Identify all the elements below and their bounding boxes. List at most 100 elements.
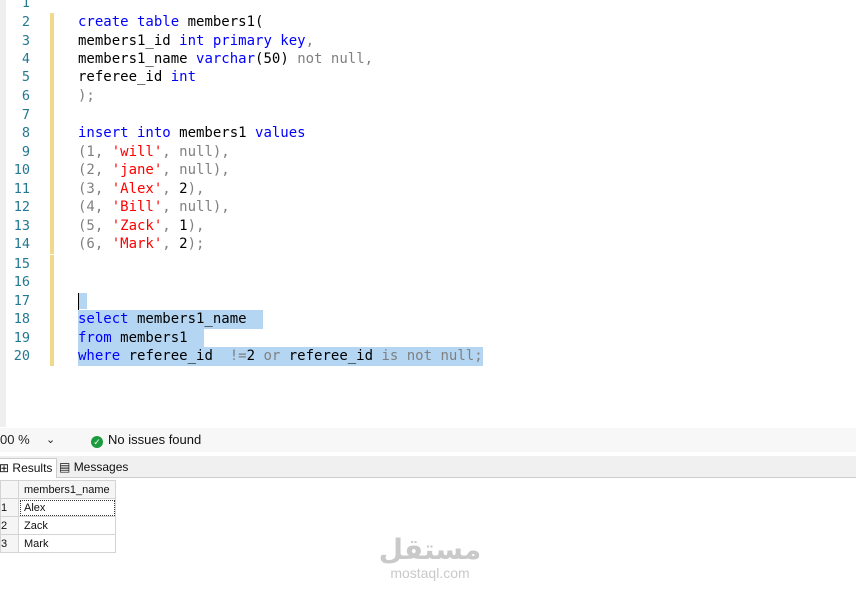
code-text: create table members1( <box>78 14 264 30</box>
change-marker <box>50 180 54 199</box>
change-marker <box>50 347 54 366</box>
change-marker <box>50 124 54 143</box>
table-row[interactable]: 3 Mark <box>0 534 116 553</box>
code-text: from members1 <box>78 329 205 348</box>
line-number: 18 <box>13 311 30 327</box>
line-number: 20 <box>13 348 30 364</box>
change-marker <box>50 143 54 162</box>
code-line-2[interactable]: 2 create table members1( <box>0 13 856 32</box>
column-header[interactable]: members1_name <box>18 480 116 499</box>
row-header-corner <box>0 480 19 499</box>
tab-results[interactable]: ⊞ Results <box>0 458 58 478</box>
results-tab-strip: ⊞ Results ▤ Messages <box>0 456 856 478</box>
row-number: 2 <box>0 516 19 535</box>
code-text: referee_id int <box>78 69 197 85</box>
change-marker <box>50 68 54 87</box>
code-line-8[interactable]: 8 insert into members1 values <box>0 124 856 143</box>
code-line-7[interactable]: 7 <box>0 106 856 125</box>
code-line-16[interactable]: 16 <box>0 273 856 292</box>
code-line-4[interactable]: 4 members1_name varchar(50) not null, <box>0 50 856 69</box>
code-line-12[interactable]: 12 (4, 'Bill', null), <box>0 198 856 217</box>
code-line-1[interactable]: 1 <box>0 0 856 13</box>
code-text: (3, 'Alex', 2), <box>78 181 205 197</box>
line-number: 5 <box>21 69 30 85</box>
change-marker <box>50 32 54 51</box>
mostaql-watermark: مستقل mostaql.com <box>375 533 485 582</box>
change-marker <box>50 50 54 69</box>
zoom-dropdown[interactable]: 00 % ⌄ <box>0 431 64 449</box>
line-number: 9 <box>21 144 30 160</box>
code-line-6[interactable]: 6 ); <box>0 87 856 106</box>
line-number: 11 <box>13 181 30 197</box>
line-number: 14 <box>13 236 30 252</box>
code-line-18[interactable]: 18 select members1_name <box>0 310 856 329</box>
change-marker <box>50 273 54 292</box>
change-marker <box>50 255 54 274</box>
line-number: 3 <box>21 33 30 49</box>
change-marker <box>50 235 54 254</box>
code-text: (1, 'will', null), <box>78 144 230 160</box>
code-text: (6, 'Mark', 2); <box>78 236 205 252</box>
line-number: 16 <box>13 274 30 290</box>
tab-messages[interactable]: ▤ Messages <box>55 458 132 477</box>
chevron-down-icon: ⌄ <box>46 434 56 446</box>
code-line-3[interactable]: 3 members1_id int primary key, <box>0 32 856 51</box>
code-line-14[interactable]: 14 (6, 'Mark', 2); <box>0 235 856 254</box>
code-text: insert into members1 values <box>78 125 306 141</box>
code-line-11[interactable]: 11 (3, 'Alex', 2), <box>0 180 856 199</box>
line-number: 2 <box>21 14 30 30</box>
code-line-20[interactable]: 20 where referee_id !=2 or referee_id is… <box>0 347 856 366</box>
code-text: (4, 'Bill', null), <box>78 199 230 215</box>
line-number: 13 <box>13 218 30 234</box>
change-marker <box>50 87 54 106</box>
table-row[interactable]: 2 Zack <box>0 516 116 535</box>
code-text: select members1_name <box>78 310 264 329</box>
line-number: 10 <box>13 162 30 178</box>
code-text: (5, 'Zack', 1), <box>78 218 205 234</box>
code-line-17[interactable]: 17 <box>0 292 856 311</box>
table-row[interactable]: 1 Alex <box>0 498 116 517</box>
code-text: members1_name varchar(50) not null, <box>78 51 374 67</box>
line-number: 6 <box>21 88 30 104</box>
code-text <box>78 292 88 311</box>
check-circle-icon: ✓ <box>91 436 103 448</box>
code-text: (2, 'jane', null), <box>78 162 230 178</box>
grid-cell[interactable]: Mark <box>18 534 116 553</box>
grid-header-row: members1_name <box>0 480 116 499</box>
change-marker <box>50 217 54 236</box>
line-number: 19 <box>13 330 30 346</box>
zoom-level: 00 % <box>0 432 30 447</box>
messages-icon: ▤ <box>59 460 71 474</box>
change-marker <box>50 106 54 125</box>
sql-editor[interactable]: 1 2 create table members1( 3 members1_id… <box>0 0 856 427</box>
text-cursor <box>78 292 79 310</box>
code-line-13[interactable]: 13 (5, 'Zack', 1), <box>0 217 856 236</box>
line-number: 15 <box>13 256 30 272</box>
grid-cell[interactable]: Zack <box>18 516 116 535</box>
code-line-19[interactable]: 19 from members1 <box>0 329 856 348</box>
code-line-15[interactable]: 15 <box>0 255 856 274</box>
line-number: 8 <box>21 125 30 141</box>
editor-status-bar: 00 % ⌄ ✓ No issues found <box>0 428 856 452</box>
change-marker <box>50 13 54 32</box>
change-marker <box>50 161 54 180</box>
line-number: 1 <box>21 0 30 11</box>
results-grid[interactable]: members1_name 1 Alex 2 Zack 3 Mark <box>0 480 116 553</box>
change-marker <box>50 329 54 348</box>
code-text: members1_id int primary key, <box>78 33 315 49</box>
code-line-10[interactable]: 10 (2, 'jane', null), <box>0 161 856 180</box>
code-text: where referee_id !=2 or referee_id is no… <box>78 347 483 366</box>
line-number: 4 <box>21 51 30 67</box>
change-marker <box>50 198 54 217</box>
watermark-logo: مستقل <box>378 533 482 566</box>
grid-cell[interactable]: Alex <box>18 498 116 517</box>
issues-indicator[interactable]: ✓ No issues found <box>91 432 201 448</box>
row-number: 1 <box>0 498 19 517</box>
watermark-url: mostaql.com <box>390 565 470 581</box>
change-marker <box>50 292 54 311</box>
code-text: ); <box>78 88 95 104</box>
grid-icon: ⊞ <box>0 461 10 475</box>
code-line-5[interactable]: 5 referee_id int <box>0 68 856 87</box>
code-line-9[interactable]: 9 (1, 'will', null), <box>0 143 856 162</box>
line-number: 7 <box>21 107 30 123</box>
